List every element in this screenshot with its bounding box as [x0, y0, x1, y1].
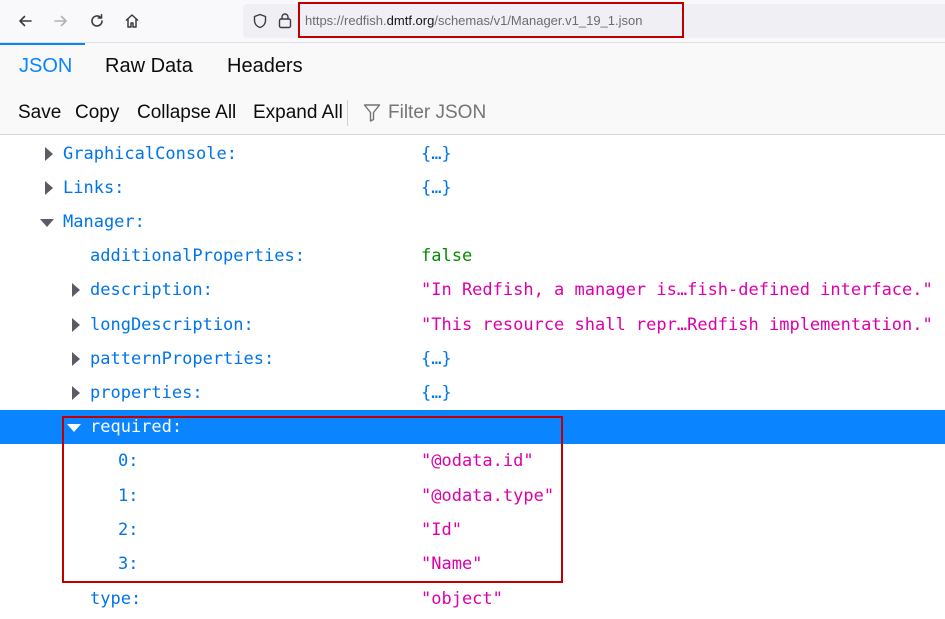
tree-row-description[interactable]: description: "In Redfish, a manager is…f… — [0, 273, 945, 307]
row-key: 1: — [118, 486, 139, 506]
filter-json-input[interactable] — [388, 102, 688, 124]
reload-button[interactable] — [85, 9, 109, 33]
viewer-tabs: JSON Raw Data Headers — [0, 43, 945, 93]
row-value: "In Redfish, a manager is…fish-defined i… — [421, 280, 933, 300]
tree-row-required-1[interactable]: 1: "@odata.type" — [0, 479, 945, 513]
expand-triangle-icon[interactable] — [43, 171, 55, 205]
home-icon — [125, 14, 139, 28]
row-key: 3: — [118, 554, 139, 574]
row-value: "object" — [421, 589, 503, 609]
reload-icon — [91, 14, 103, 27]
tree-row-required-3[interactable]: 3: "Name" — [0, 547, 945, 581]
url-annotation-box — [298, 2, 684, 38]
row-value: {…} — [421, 383, 452, 403]
row-value: {…} — [421, 178, 452, 198]
expand-all-button[interactable]: Expand All — [253, 102, 343, 124]
expand-triangle-icon[interactable] — [70, 342, 82, 376]
filter-icon — [363, 104, 381, 122]
row-value: "@odata.id" — [421, 451, 534, 471]
row-key: description: — [90, 280, 213, 300]
tab-json[interactable]: JSON — [19, 55, 72, 78]
expand-triangle-icon[interactable] — [70, 308, 82, 342]
tree-row-links[interactable]: Links: {…} — [0, 171, 945, 205]
collapse-all-button[interactable]: Collapse All — [137, 102, 236, 124]
row-value: false — [421, 246, 473, 266]
tree-row-manager[interactable]: Manager: — [0, 205, 945, 239]
row-value: "Name" — [421, 554, 483, 574]
collapse-triangle-icon[interactable] — [67, 410, 81, 444]
row-value: {…} — [421, 349, 452, 369]
collapse-triangle-icon[interactable] — [40, 205, 54, 239]
row-value: "Id" — [421, 520, 462, 540]
row-key: longDescription: — [90, 315, 254, 335]
back-arrow-icon — [19, 15, 32, 27]
tree-row-additional-properties[interactable]: additionalProperties: false — [0, 239, 945, 273]
row-value: "This resource shall repr…Redfish implem… — [421, 315, 933, 335]
copy-button[interactable]: Copy — [75, 102, 119, 124]
tab-headers[interactable]: Headers — [227, 55, 303, 78]
tree-row-long-description[interactable]: longDescription: "This resource shall re… — [0, 308, 945, 342]
back-button[interactable] — [13, 9, 37, 33]
row-key: type: — [90, 589, 142, 609]
row-key: Manager: — [63, 212, 145, 232]
shield-icon[interactable] — [252, 13, 268, 29]
row-key: properties: — [90, 383, 203, 403]
row-key: patternProperties: — [90, 349, 275, 369]
tree-row-type[interactable]: type: "object" — [0, 582, 945, 616]
tree-row-required-0[interactable]: 0: "@odata.id" — [0, 444, 945, 478]
tree-row-pattern-properties[interactable]: patternProperties: {…} — [0, 342, 945, 376]
tree-row-required-2[interactable]: 2: "Id" — [0, 513, 945, 547]
home-button[interactable] — [120, 9, 144, 33]
row-key: 0: — [118, 451, 139, 471]
row-value: {…} — [421, 144, 452, 164]
tree-row-required[interactable]: required: — [0, 410, 945, 444]
json-toolbar: Save Copy Collapse All Expand All — [0, 92, 945, 135]
forward-arrow-icon — [54, 15, 67, 27]
toolbar-divider — [347, 100, 348, 126]
tree-row-graphical-console[interactable]: GraphicalConsole: {…} — [0, 137, 945, 171]
expand-triangle-icon[interactable] — [70, 273, 82, 307]
tab-raw-data[interactable]: Raw Data — [105, 55, 193, 78]
row-key: additionalProperties: — [90, 246, 305, 266]
save-button[interactable]: Save — [18, 102, 61, 124]
row-key: Links: — [63, 178, 125, 198]
tree-row-properties[interactable]: properties: {…} — [0, 376, 945, 410]
active-tab-indicator — [0, 43, 85, 45]
expand-triangle-icon[interactable] — [70, 376, 82, 410]
row-key: 2: — [118, 520, 139, 540]
row-key: GraphicalConsole: — [63, 144, 237, 164]
row-value: "@odata.type" — [421, 486, 555, 506]
expand-triangle-icon[interactable] — [43, 137, 55, 171]
forward-button[interactable] — [49, 9, 73, 33]
lock-icon[interactable] — [278, 12, 292, 29]
row-key: required: — [90, 417, 183, 437]
